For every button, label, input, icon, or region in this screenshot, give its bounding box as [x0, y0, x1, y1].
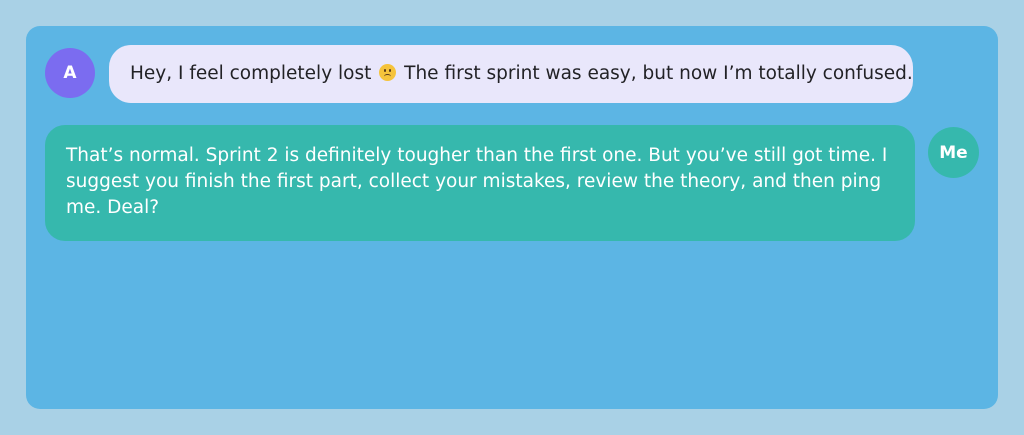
outgoing-message-text: That’s normal. Sprint 2 is definitely to… — [66, 145, 888, 218]
incoming-message-text-start: Hey, I feel completely lost — [130, 63, 372, 84]
chat-panel: A Hey, I feel completely lost The first … — [26, 26, 998, 409]
incoming-message-text-end: The first sprint was easy, but now I’m t… — [404, 63, 913, 84]
avatar-a: A — [45, 48, 95, 98]
slightly-frowning-face-icon — [379, 64, 397, 81]
avatar-me-initial: Me — [939, 142, 968, 163]
avatar-a-initial: A — [63, 63, 77, 83]
outgoing-message-bubble: That’s normal. Sprint 2 is definitely to… — [45, 125, 915, 241]
incoming-message-bubble: Hey, I feel completely lost The first sp… — [109, 45, 913, 103]
avatar-me: Me — [928, 127, 979, 178]
